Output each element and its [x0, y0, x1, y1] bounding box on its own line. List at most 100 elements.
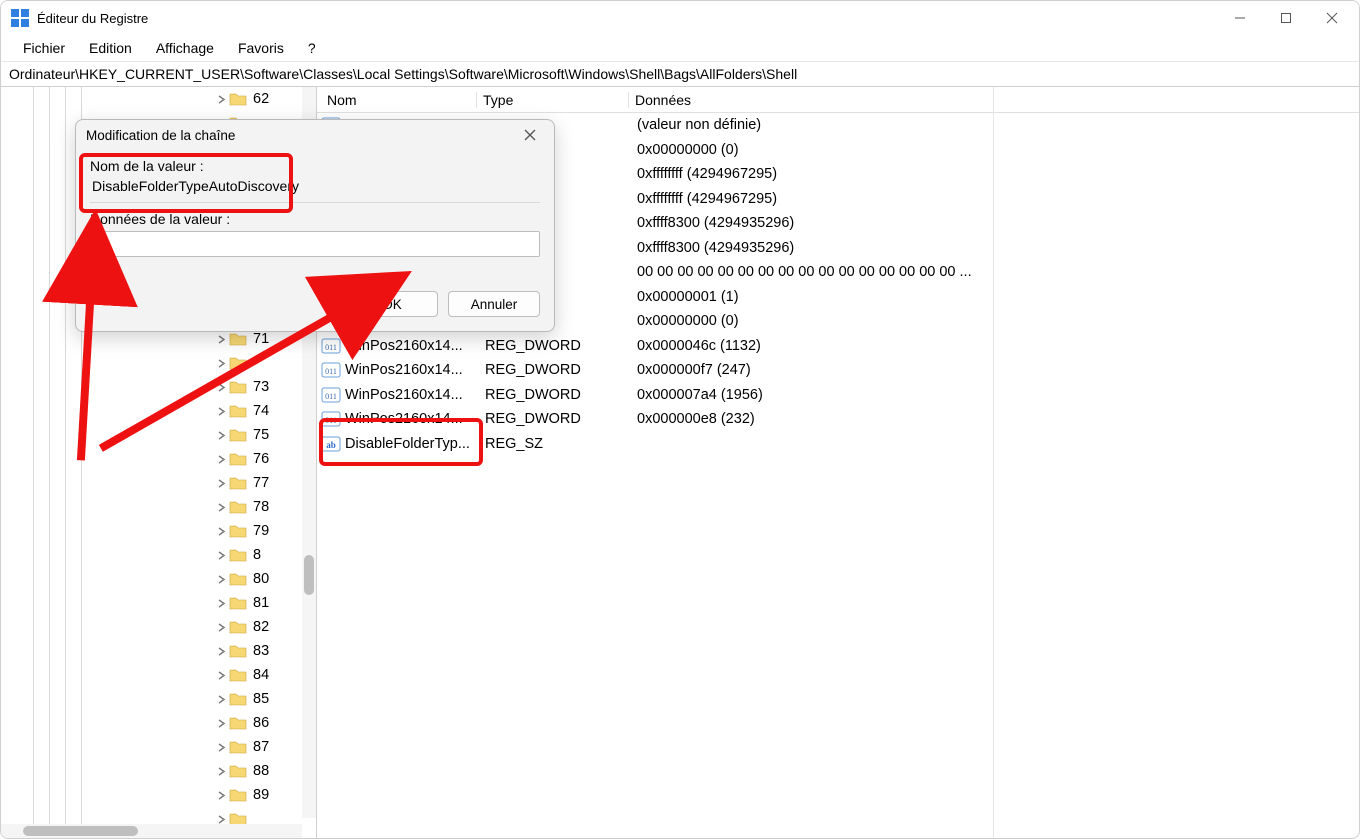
tree-item[interactable]: 8: [1, 543, 316, 567]
menu-file[interactable]: Fichier: [11, 37, 77, 59]
close-button[interactable]: [1309, 3, 1355, 33]
col-header-data[interactable]: Données: [629, 92, 1359, 108]
value-data: 0x00000000 (0): [631, 142, 1359, 158]
value-type-icon: 011: [321, 360, 341, 380]
dialog-close-button[interactable]: [516, 123, 544, 147]
tree-item[interactable]: 86: [1, 711, 316, 735]
dialog-title: Modification de la chaîne: [86, 128, 516, 143]
chevron-right-icon[interactable]: [215, 383, 227, 392]
value-data: 0x00000000 (0): [631, 313, 1359, 329]
menu-favorites[interactable]: Favoris: [226, 37, 296, 59]
list-row[interactable]: 011 WinPos2160x14... REG_DWORD 0x000000e…: [317, 407, 1359, 432]
value-type: REG_DWORD: [479, 362, 631, 378]
chevron-right-icon[interactable]: [215, 431, 227, 440]
tree-item[interactable]: 76: [1, 447, 316, 471]
chevron-right-icon[interactable]: [215, 575, 227, 584]
folder-icon: [229, 547, 247, 563]
chevron-right-icon[interactable]: [215, 407, 227, 416]
menubar: Fichier Edition Affichage Favoris ?: [1, 35, 1359, 61]
value-name: WinPos2160x14...: [345, 411, 479, 427]
menu-edit[interactable]: Edition: [77, 37, 144, 59]
value-type: REG_DWORD: [479, 411, 631, 427]
tree-item[interactable]: 79: [1, 519, 316, 543]
tree-item-label: 81: [253, 595, 269, 611]
chevron-right-icon[interactable]: [215, 95, 227, 104]
tree-item[interactable]: 89: [1, 783, 316, 807]
chevron-right-icon[interactable]: [215, 719, 227, 728]
folder-icon: [229, 499, 247, 515]
col-header-name[interactable]: Nom: [317, 92, 477, 108]
tree-item[interactable]: 87: [1, 735, 316, 759]
tree-item-label: 82: [253, 619, 269, 635]
value-data-input[interactable]: [90, 231, 540, 257]
app-icon: [11, 9, 29, 27]
tree-item[interactable]: 62: [1, 87, 316, 111]
tree-item[interactable]: 84: [1, 663, 316, 687]
folder-icon: [229, 403, 247, 419]
chevron-right-icon[interactable]: [215, 743, 227, 752]
chevron-right-icon[interactable]: [215, 599, 227, 608]
value-type-icon: 011: [321, 385, 341, 405]
chevron-right-icon[interactable]: [215, 671, 227, 680]
value-data: 0xffff8300 (4294935296): [631, 215, 1359, 231]
value-data: 0xffffffff (4294967295): [631, 166, 1359, 182]
menu-view[interactable]: Affichage: [144, 37, 226, 59]
chevron-right-icon[interactable]: [215, 479, 227, 488]
svg-text:011: 011: [325, 367, 337, 376]
tree-item-label: 71: [253, 331, 269, 347]
tree-item[interactable]: 83: [1, 639, 316, 663]
value-data: 0x000007a4 (1956): [631, 387, 1359, 403]
tree-item[interactable]: 74: [1, 399, 316, 423]
chevron-right-icon[interactable]: [215, 455, 227, 464]
tree-item[interactable]: 81: [1, 591, 316, 615]
chevron-right-icon[interactable]: [215, 791, 227, 800]
value-type-icon: ab: [321, 434, 341, 454]
address-bar[interactable]: Ordinateur\HKEY_CURRENT_USER\Software\Cl…: [1, 61, 1359, 87]
tree-item[interactable]: 73: [1, 375, 316, 399]
folder-icon: [229, 355, 247, 371]
tree-item[interactable]: [1, 351, 316, 375]
tree-item-label: 73: [253, 379, 269, 395]
list-row[interactable]: 011 WinPos2160x14... REG_DWORD 0x0000046…: [317, 334, 1359, 359]
tree-item[interactable]: 80: [1, 567, 316, 591]
chevron-right-icon[interactable]: [215, 551, 227, 560]
list-row[interactable]: 011 WinPos2160x14... REG_DWORD 0x000007a…: [317, 383, 1359, 408]
folder-icon: [229, 667, 247, 683]
value-data: 0xffffffff (4294967295): [631, 191, 1359, 207]
tree-item[interactable]: 88: [1, 759, 316, 783]
window-title: Éditeur du Registre: [37, 11, 148, 26]
folder-icon: [229, 571, 247, 587]
folder-icon: [229, 523, 247, 539]
tree-item[interactable]: 78: [1, 495, 316, 519]
chevron-right-icon[interactable]: [215, 695, 227, 704]
col-header-type[interactable]: Type: [477, 92, 629, 108]
ok-button[interactable]: OK: [346, 291, 438, 317]
svg-text:011: 011: [325, 416, 337, 425]
chevron-right-icon[interactable]: [215, 647, 227, 656]
chevron-right-icon[interactable]: [215, 335, 227, 344]
chevron-right-icon[interactable]: [215, 623, 227, 632]
folder-icon: [229, 379, 247, 395]
tree-item[interactable]: 77: [1, 471, 316, 495]
tree-item-label: 75: [253, 427, 269, 443]
tree-item-label: 88: [253, 763, 269, 779]
tree-item[interactable]: 85: [1, 687, 316, 711]
minimize-button[interactable]: [1217, 3, 1263, 33]
tree-hscrollbar[interactable]: [1, 824, 302, 838]
cancel-button[interactable]: Annuler: [448, 291, 540, 317]
value-type: REG_SZ: [479, 436, 631, 452]
tree-item[interactable]: 82: [1, 615, 316, 639]
chevron-right-icon[interactable]: [215, 527, 227, 536]
list-row[interactable]: ab DisableFolderTyp... REG_SZ: [317, 432, 1359, 457]
chevron-right-icon[interactable]: [215, 767, 227, 776]
chevron-right-icon[interactable]: [215, 359, 227, 368]
menu-help[interactable]: ?: [296, 37, 328, 59]
folder-icon: [229, 715, 247, 731]
chevron-right-icon[interactable]: [215, 815, 227, 824]
chevron-right-icon[interactable]: [215, 503, 227, 512]
list-row[interactable]: 011 WinPos2160x14... REG_DWORD 0x000000f…: [317, 358, 1359, 383]
tree-item[interactable]: 75: [1, 423, 316, 447]
list-header[interactable]: Nom Type Données: [317, 87, 1359, 113]
tree-item-label: 85: [253, 691, 269, 707]
maximize-button[interactable]: [1263, 3, 1309, 33]
